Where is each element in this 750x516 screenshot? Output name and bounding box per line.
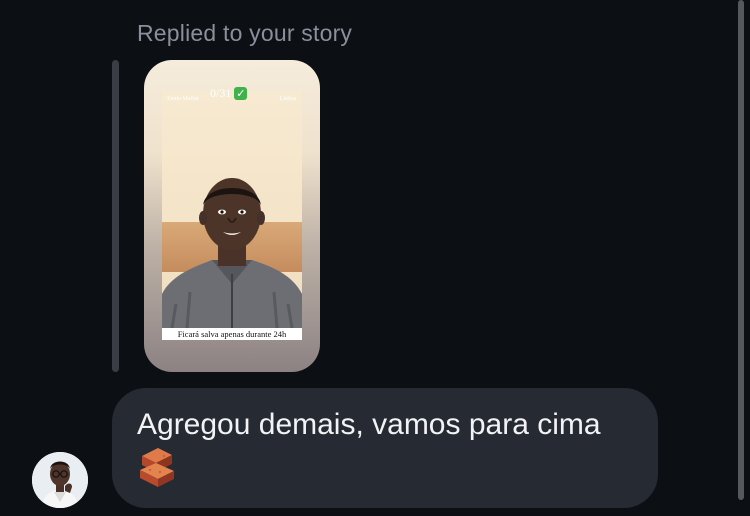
reply-quote-bar	[112, 60, 119, 372]
avatar-photo-icon	[32, 452, 88, 508]
avatar[interactable]	[32, 452, 88, 508]
person-photo	[162, 178, 302, 340]
story-caption: Ficará salva apenas durante 24h	[162, 328, 302, 340]
scrollbar[interactable]	[738, 0, 744, 500]
chat-screen: Replied to your story Zénio Mallin Lisbo…	[0, 0, 750, 516]
story-location: Lisboa	[279, 96, 296, 102]
brick-icon	[140, 448, 174, 487]
story-username: Zénio Mallin	[167, 96, 199, 102]
check-mark-icon: ✓	[234, 87, 248, 100]
story-image: Zénio Mallin Lisboa Ficará salva apenas …	[162, 90, 302, 340]
message-bubble[interactable]: Agregou demais, vamos para cima	[112, 388, 658, 508]
reply-header: Replied to your story	[137, 20, 353, 46]
story-counter: 0/31 ✓	[210, 86, 248, 101]
story-preview[interactable]: Zénio Mallin Lisboa Ficará salva apenas …	[144, 60, 320, 372]
story-counter-text: 0/31	[210, 86, 232, 100]
message-text: Agregou demais, vamos para cima	[137, 408, 601, 441]
